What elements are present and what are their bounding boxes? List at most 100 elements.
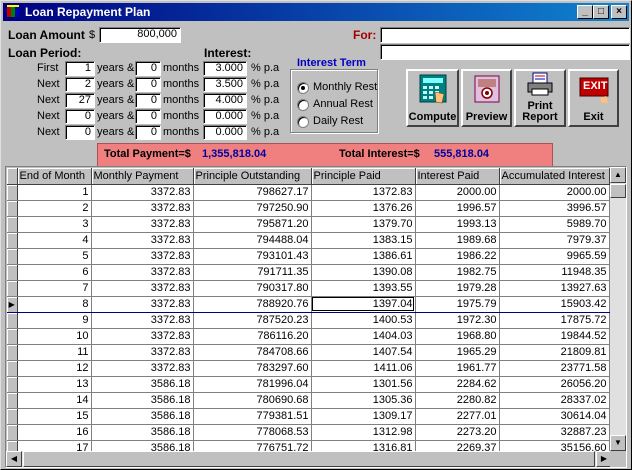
rate-input[interactable]: 0.000 — [203, 109, 247, 124]
table-cell[interactable]: 1386.61 — [311, 248, 416, 265]
table-cell[interactable]: 3586.18 — [91, 408, 194, 425]
table-cell[interactable]: 2 — [17, 200, 92, 217]
months-input[interactable]: 0 — [135, 109, 161, 124]
close-button[interactable]: × — [611, 5, 627, 19]
table-cell[interactable]: 1309.17 — [311, 408, 416, 425]
table-row[interactable]: 10 3372.83 786116.20 1404.03 1968.80 19844.52 — [7, 328, 610, 345]
row-indicator[interactable] — [7, 376, 18, 393]
table-row[interactable]: 12 3372.83 783297.60 1411.06 1961.77 23771.58 — [7, 360, 610, 377]
table-cell[interactable]: 1968.80 — [415, 328, 500, 345]
table-cell[interactable]: 21809.81 — [499, 344, 610, 361]
table-cell[interactable]: 3372.83 — [91, 248, 194, 265]
table-row[interactable]: 7 3372.83 790317.80 1393.55 1979.28 13927.63 — [7, 280, 610, 297]
column-header[interactable]: Accumulated Interest — [499, 168, 610, 185]
table-cell[interactable]: 793101.43 — [193, 248, 312, 265]
table-cell[interactable]: 794488.04 — [193, 232, 312, 249]
table-cell[interactable]: 798627.17 — [193, 184, 312, 201]
table-cell[interactable]: 2280.82 — [415, 392, 500, 409]
table-cell[interactable]: 1390.08 — [311, 264, 416, 281]
table-cell[interactable]: 3372.83 — [91, 184, 194, 201]
table-cell[interactable]: 3586.18 — [91, 376, 194, 393]
table-row[interactable]: 11 3372.83 784708.66 1407.54 1965.29 21809.81 — [7, 344, 610, 361]
column-header[interactable]: Monthly Payment — [91, 168, 194, 185]
table-row[interactable]: 16 3586.18 778068.53 1312.98 2273.20 32887.23 — [7, 424, 610, 441]
table-cell[interactable]: 1975.79 — [415, 295, 500, 313]
table-cell[interactable]: 1965.29 — [415, 344, 500, 361]
table-cell[interactable]: 786116.20 — [193, 328, 312, 345]
table-cell[interactable]: 13 — [17, 376, 92, 393]
years-input[interactable]: 1 — [65, 61, 95, 76]
compute-button[interactable]: Compute — [406, 69, 459, 127]
table-cell[interactable]: 1393.55 — [311, 280, 416, 297]
column-header[interactable]: End of Month — [17, 168, 92, 185]
rate-input[interactable]: 3.500 — [203, 77, 247, 92]
table-cell[interactable]: 8 — [17, 295, 92, 313]
table-cell[interactable]: 3372.83 — [91, 232, 194, 249]
table-row[interactable]: 13 3586.18 781996.04 1301.56 2284.62 26056.20 — [7, 376, 610, 393]
table-cell[interactable]: 795871.20 — [193, 216, 312, 233]
table-cell[interactable]: 19844.52 — [499, 328, 610, 345]
row-indicator[interactable] — [7, 424, 18, 441]
column-header[interactable]: Interest Paid — [415, 168, 500, 185]
table-cell[interactable]: 1312.98 — [311, 424, 416, 441]
repayment-grid[interactable]: End of Month Monthly Payment Principle O… — [5, 166, 627, 468]
table-cell[interactable]: 3996.57 — [499, 200, 610, 217]
table-cell[interactable]: 9965.59 — [499, 248, 610, 265]
table-row[interactable]: 5 3372.83 793101.43 1386.61 1986.22 9965.59 — [7, 248, 610, 265]
scroll-down-button[interactable]: ▼ — [610, 435, 626, 451]
table-cell[interactable]: 3372.83 — [91, 264, 194, 281]
table-cell[interactable]: 1379.70 — [311, 216, 416, 233]
table-cell[interactable]: 788920.76 — [193, 295, 312, 313]
table-cell[interactable]: 15 — [17, 408, 92, 425]
table-cell[interactable]: 11 — [17, 344, 92, 361]
table-cell[interactable]: 1372.83 — [311, 184, 416, 201]
table-cell[interactable]: 5 — [17, 248, 92, 265]
table-cell[interactable]: 1986.22 — [415, 248, 500, 265]
table-cell[interactable]: 2284.62 — [415, 376, 500, 393]
table-cell[interactable]: 3372.83 — [91, 200, 194, 217]
table-cell[interactable]: 28337.02 — [499, 392, 610, 409]
row-indicator[interactable] — [7, 408, 18, 425]
table-cell[interactable]: 787520.23 — [193, 312, 312, 329]
table-cell[interactable]: 3586.18 — [91, 424, 194, 441]
table-cell[interactable]: 17875.72 — [499, 312, 610, 329]
months-input[interactable]: 0 — [135, 93, 161, 108]
table-row[interactable]: 2 3372.83 797250.90 1376.26 1996.57 3996.57 — [7, 200, 610, 217]
exit-button[interactable]: EXIT Exit — [568, 69, 619, 127]
table-cell[interactable]: 30614.04 — [499, 408, 610, 425]
table-cell[interactable]: 14 — [17, 392, 92, 409]
for-input[interactable] — [380, 27, 630, 43]
row-indicator[interactable] — [7, 200, 18, 217]
rate-input[interactable]: 0.000 — [203, 125, 247, 140]
table-cell[interactable]: 783297.60 — [193, 360, 312, 377]
table-cell[interactable]: 2000.00 — [415, 184, 500, 201]
loan-amount-input[interactable]: 800,000 — [99, 27, 181, 43]
table-cell[interactable]: 10 — [17, 328, 92, 345]
table-cell[interactable]: 2277.01 — [415, 408, 500, 425]
table-cell[interactable]: 778068.53 — [193, 424, 312, 441]
table-cell[interactable]: 7979.37 — [499, 232, 610, 249]
table-cell[interactable]: 3372.83 — [91, 344, 194, 361]
months-input[interactable]: 0 — [135, 125, 161, 140]
table-cell[interactable]: 3372.83 — [91, 328, 194, 345]
row-indicator[interactable] — [7, 312, 18, 329]
row-indicator[interactable] — [7, 248, 18, 265]
table-cell[interactable]: 3372.83 — [91, 360, 194, 377]
table-cell[interactable]: 3372.83 — [91, 280, 194, 297]
table-cell[interactable]: 791711.35 — [193, 264, 312, 281]
minimize-button[interactable]: _ — [577, 5, 593, 19]
table-cell[interactable]: 1972.30 — [415, 312, 500, 329]
table-cell[interactable]: 3372.83 — [91, 216, 194, 233]
table-cell[interactable]: 32887.23 — [499, 424, 610, 441]
table-cell[interactable]: 1407.54 — [311, 344, 416, 361]
table-row[interactable]: 4 3372.83 794488.04 1383.15 1989.68 7979.37 — [7, 232, 610, 249]
table-cell[interactable]: 1996.57 — [415, 200, 500, 217]
print-report-button[interactable]: Print Report — [514, 69, 566, 127]
table-cell[interactable]: 790317.80 — [193, 280, 312, 297]
row-indicator[interactable] — [7, 280, 18, 297]
preview-button[interactable]: Preview — [461, 69, 512, 127]
table-cell[interactable]: 1993.13 — [415, 216, 500, 233]
rate-input[interactable]: 3.000 — [203, 61, 247, 76]
vertical-scrollbar[interactable]: ▲ ▼ — [610, 167, 626, 451]
table-row[interactable]: 1 3372.83 798627.17 1372.83 2000.00 2000.00 — [7, 184, 610, 201]
